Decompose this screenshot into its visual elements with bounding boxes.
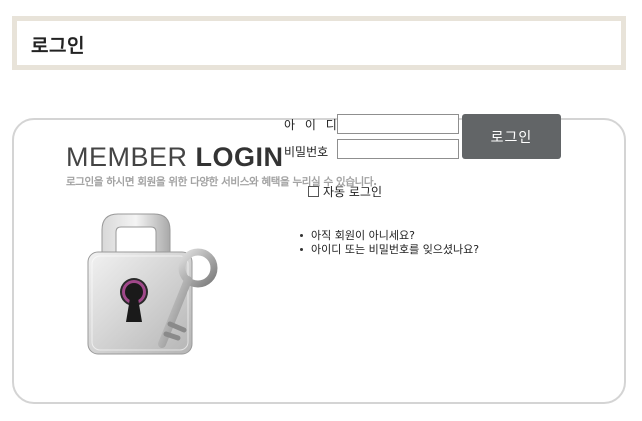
forgot-credentials-link[interactable]: 아이디 또는 비밀번호를 잊으셨나요? [311,241,479,257]
bullet-icon [300,233,303,237]
login-button[interactable]: 로그인 [462,114,561,159]
lock-icon [87,213,218,355]
login-heading: MEMBER LOGIN [66,142,284,173]
auto-login-label: 자동 로그인 [323,185,383,199]
id-input[interactable] [337,114,459,134]
login-panel: MEMBER LOGIN 로그인을 하시면 회원을 위한 다양한 서비스와 혜택… [12,118,626,404]
forgot-link-row[interactable]: 아이디 또는 비밀번호를 잊으셨나요? [298,242,479,256]
auto-login-option[interactable]: 자동 로그인 [308,183,382,200]
signup-link-row[interactable]: 아직 회원이 아니세요? [298,228,479,242]
heading-login: LOGIN [195,142,284,172]
heading-member: MEMBER [66,142,188,172]
help-links: 아직 회원이 아니세요? 아이디 또는 비밀번호를 잊으셨나요? [298,228,479,256]
password-input[interactable] [337,139,459,159]
checkbox-icon[interactable] [308,186,319,197]
id-label: 아 이 디 [284,118,340,132]
page-title-box: 로그인 [12,16,626,70]
page-title: 로그인 [31,35,85,57]
bullet-icon [300,247,303,251]
password-label: 비밀번호 [284,145,329,159]
